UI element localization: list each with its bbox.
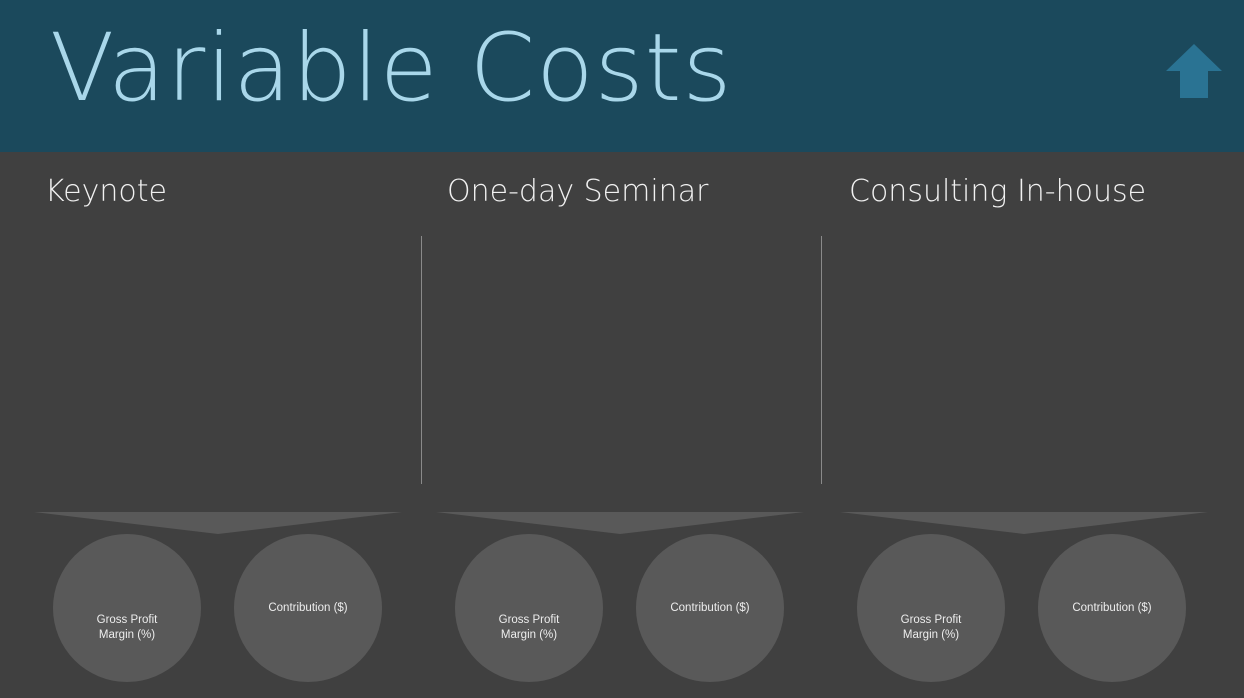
contribution-circle[interactable]: Contribution ($) — [636, 534, 784, 682]
funnel-connector — [840, 512, 1208, 534]
metric-label: Contribution ($) — [1072, 601, 1152, 614]
page-title: Variable Costs — [50, 14, 733, 123]
up-arrow-icon[interactable] — [1166, 44, 1222, 98]
gross-profit-margin-circle[interactable]: Gross Profit Margin (%) — [455, 534, 603, 682]
column-heading-one-day-seminar: One-day Seminar — [447, 174, 709, 209]
contribution-circle[interactable]: Contribution ($) — [234, 534, 382, 682]
gross-profit-margin-circle[interactable]: Gross Profit Margin (%) — [857, 534, 1005, 682]
funnel-connector — [34, 512, 402, 534]
funnel-connector — [436, 512, 804, 534]
gross-profit-margin-circle[interactable]: Gross Profit Margin (%) — [53, 534, 201, 682]
metric-label: Gross Profit Margin (%) — [498, 614, 560, 641]
column-divider — [421, 236, 422, 484]
column-heading-consulting-in-house: Consulting In-house — [849, 174, 1147, 209]
column-divider — [821, 236, 822, 484]
metric-label: Contribution ($) — [268, 601, 348, 614]
contribution-circle[interactable]: Contribution ($) — [1038, 534, 1186, 682]
metric-label: Gross Profit Margin (%) — [900, 614, 962, 641]
header-bar: Variable Costs — [0, 0, 1244, 152]
metric-label: Contribution ($) — [670, 601, 750, 614]
metric-label: Gross Profit Margin (%) — [96, 614, 158, 641]
column-heading-keynote: Keynote — [45, 174, 167, 209]
